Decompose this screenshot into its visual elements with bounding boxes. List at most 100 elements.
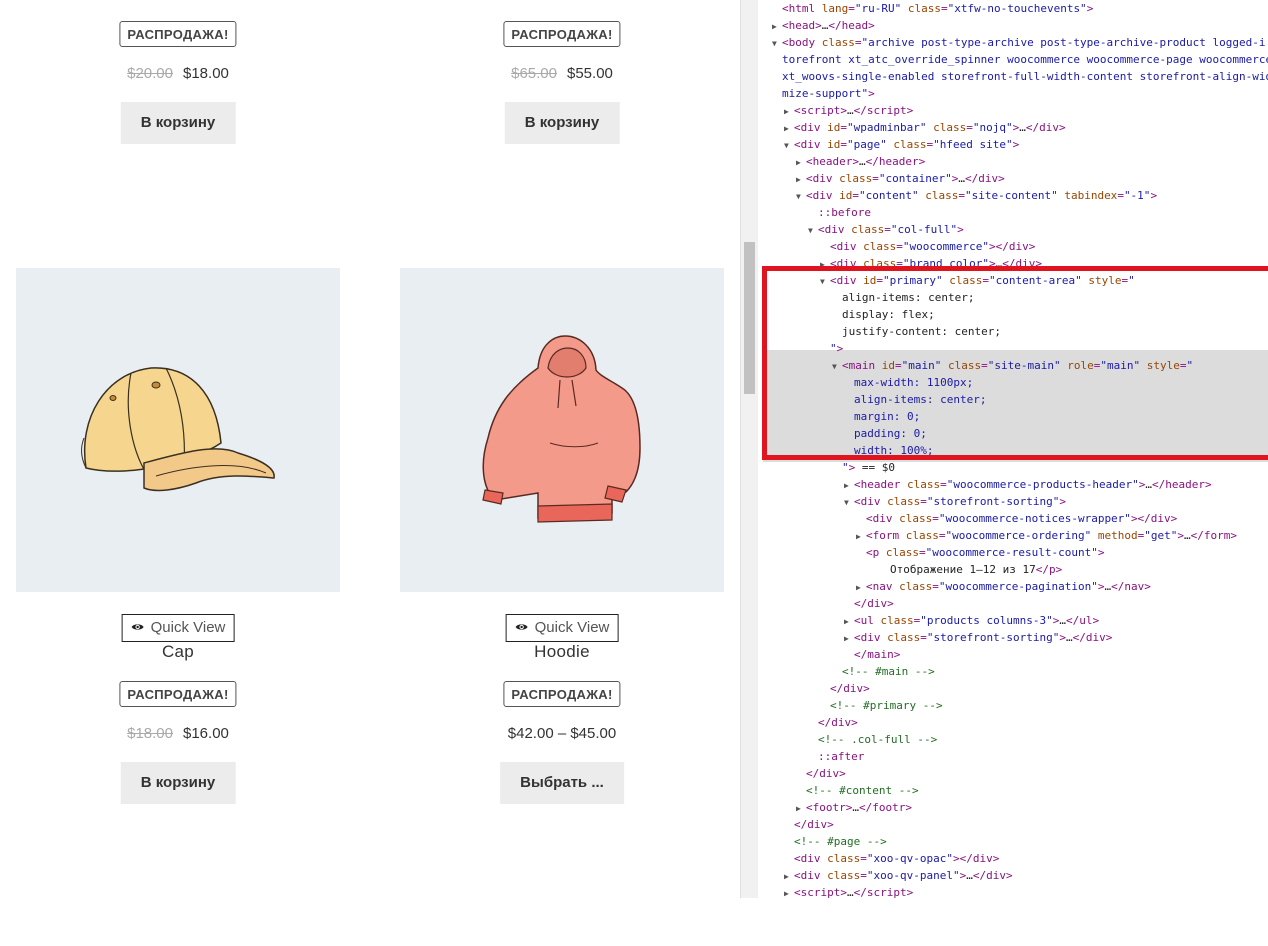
quick-view-button[interactable]: Quick View [505,614,619,642]
expand-arrow-icon[interactable]: ▶ [796,800,806,817]
dom-node-line[interactable]: ▶ <script>…</script> [784,884,913,898]
dom-node-line[interactable]: "> [820,340,843,357]
dom-node-text: <div class="xoo-qv-opac"></div> [794,852,1000,865]
expand-arrow-icon[interactable]: ▶ [856,579,866,596]
dom-node-line[interactable]: "> == $0 [832,459,895,476]
add-to-cart-button[interactable]: В корзину [120,102,236,144]
dom-node-line[interactable]: ▶ <div class="storefront-sorting">…</div> [844,629,1112,646]
expand-arrow-icon[interactable]: ▶ [784,103,794,120]
add-to-cart-button[interactable]: В корзину [504,102,620,144]
dom-node-line[interactable]: align-items: center; [844,391,986,408]
dom-node-line[interactable]: ▶ <div class="container">…</div> [796,170,1005,187]
dom-node-line[interactable]: display: flex; [832,306,935,323]
dom-node-line[interactable]: ▶ <div class="brand_color">…</div> [820,255,1042,272]
dom-node-line[interactable]: </div> [784,816,834,833]
dom-node-line[interactable]: ▶ <head>…</head> [772,17,875,34]
collapse-arrow-icon[interactable]: ▼ [808,222,818,239]
collapse-arrow-icon[interactable]: ▼ [832,358,842,375]
dom-node-line[interactable]: <div class="woocommerce-notices-wrapper"… [856,510,1177,527]
dom-node-line[interactable]: ::after [808,748,864,765]
dom-node-text: Отображение 1–12 из 17</p> [890,563,1063,576]
collapse-arrow-icon[interactable]: ▼ [844,494,854,511]
dom-node-text: </main> [854,648,901,661]
dom-node-line[interactable]: </div> [796,765,846,782]
add-to-cart-button[interactable]: В корзину [120,762,236,804]
collapse-arrow-icon[interactable]: ▼ [772,35,782,52]
dom-node-text: mize-support"> [782,87,875,100]
dom-node-line[interactable]: </main> [844,646,900,663]
dom-node-line[interactable]: ▶ <nav class="woocommerce-pagination">…</… [856,578,1151,595]
dom-node-line[interactable]: ▶ <div id="wpadminbar" class="nojq">…</di… [784,119,1066,136]
dom-node-line[interactable]: <html lang="ru-RU" class="xtfw-no-touche… [772,0,1093,17]
dom-node-line[interactable]: ▶ <footr>…</footr> [796,799,912,816]
dom-node-line[interactable]: width: 100%; [844,442,933,459]
scrollbar-thumb[interactable] [744,242,755,394]
expand-arrow-icon[interactable]: ▶ [796,154,806,171]
collapse-arrow-icon[interactable]: ▼ [784,137,794,154]
dom-node-line[interactable]: ▼ <div class="storefront-sorting"> [844,493,1066,510]
dom-node-line[interactable]: padding: 0; [844,425,927,442]
dom-node-line[interactable]: mize-support"> [772,85,875,102]
dom-node-line[interactable]: <!-- #page --> [784,833,887,850]
product-title[interactable]: Cap [16,642,340,662]
dom-node-line[interactable]: ▶ <form class="woocommerce-ordering" meth… [856,527,1237,544]
dom-node-text: </div> [854,597,894,610]
product-image-cap[interactable] [16,268,340,592]
expand-arrow-icon[interactable]: ▶ [844,477,854,494]
dom-node-text: <ul class="products columns-3">…</ul> [854,614,1100,627]
dom-node-line[interactable]: ▶ <ul class="products columns-3">…</ul> [844,612,1099,629]
dom-node-line[interactable]: ▼ <main id="main" class="site-main" role=… [832,357,1193,374]
expand-arrow-icon[interactable]: ▶ [784,868,794,885]
expand-arrow-icon[interactable]: ▶ [844,613,854,630]
dom-node-line[interactable]: <div class="xoo-qv-opac"></div> [784,850,999,867]
dom-node-line[interactable]: xt_woovs-single-enabled storefront-full-… [772,68,1268,85]
page-scrollbar[interactable] [740,0,758,898]
dom-node-text: <script>…</script> [794,886,914,898]
dom-node-line[interactable]: ▼ <div id="primary" class="content-area" … [820,272,1135,289]
devtools-elements-panel: <html lang="ru-RU" class="xtfw-no-touche… [758,0,1268,898]
expand-arrow-icon[interactable]: ▶ [820,256,830,273]
dom-node-line[interactable]: </div> [844,595,894,612]
collapse-arrow-icon[interactable]: ▼ [820,273,830,290]
dom-node-line[interactable]: margin: 0; [844,408,920,425]
select-options-button[interactable]: Выбрать ... [500,762,624,804]
dom-node-line[interactable]: ▼ <div id="page" class="hfeed site"> [784,136,1019,153]
expand-arrow-icon[interactable]: ▶ [844,630,854,647]
product-image-hoodie[interactable] [400,268,724,592]
dom-node-line[interactable]: ▼ <div id="content" class="site-content" … [796,187,1157,204]
dom-node-line[interactable]: ▶ <header class="woocommerce-products-hea… [844,476,1212,493]
dom-node-line[interactable]: max-width: 1100px; [844,374,973,391]
current-price: $55.00 [567,65,613,82]
expand-arrow-icon[interactable]: ▶ [784,885,794,898]
dom-node-line[interactable]: </div> [808,714,858,731]
dom-node-line[interactable]: <!-- #primary --> [820,697,943,714]
dom-node-line[interactable]: </div> [820,680,870,697]
dom-node-text: ::after [818,750,865,763]
quick-view-button[interactable]: Quick View [121,614,235,642]
sale-badge: РАСПРОДАЖА! [119,681,237,707]
product-title[interactable]: Hoodie [400,642,724,662]
dom-node-line[interactable]: Отображение 1–12 из 17</p> [880,561,1062,578]
dom-node-line[interactable]: <!-- .col-full --> [808,731,937,748]
expand-arrow-icon[interactable]: ▶ [772,18,782,35]
dom-node-line[interactable]: align-items: center; [832,289,974,306]
dom-node-line[interactable]: <!-- #main --> [832,663,935,680]
dom-node-text: width: 100%; [854,444,934,457]
dom-node-line[interactable]: torefront xt_atc_override_spinner woocom… [772,51,1268,68]
dom-node-line[interactable]: <!-- #content --> [796,782,919,799]
collapse-arrow-icon[interactable]: ▼ [796,188,806,205]
dom-node-line[interactable]: ▶ <header>…</header> [796,153,925,170]
dom-node-line[interactable]: ▼ <div class="col-full"> [808,221,964,238]
dom-node-line[interactable]: ::before [808,204,871,221]
dom-node-line[interactable]: <div class="woocommerce"></div> [820,238,1035,255]
dom-node-line[interactable]: justify-content: center; [832,323,1001,340]
eye-icon [515,615,529,641]
dom-node-line[interactable]: <p class="woocommerce-result-count"> [856,544,1104,561]
dom-node-line[interactable]: ▶ <div class="xoo-qv-panel">…</div> [784,867,1013,884]
expand-arrow-icon[interactable]: ▶ [856,528,866,545]
dom-node-line[interactable]: ▶ <script>…</script> [784,102,913,119]
expand-arrow-icon[interactable]: ▶ [796,171,806,188]
product-card-cap: Quick View Cap РАСПРОДАЖА! $18.00 $16.00 … [16,268,340,808]
expand-arrow-icon[interactable]: ▶ [784,120,794,137]
dom-node-line[interactable]: ▼ <body class="archive post-type-archive … [772,34,1265,51]
